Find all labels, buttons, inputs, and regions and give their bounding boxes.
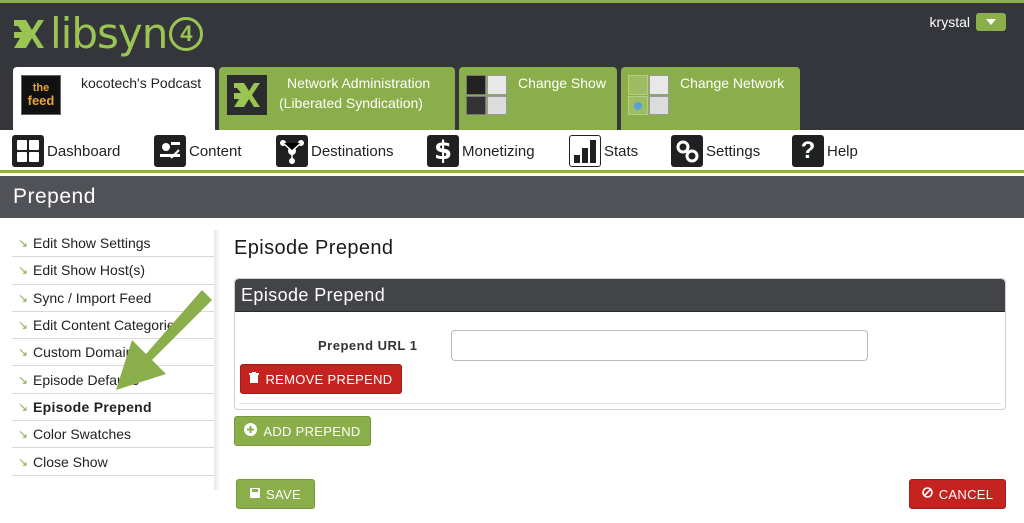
sidebar-item-close-show[interactable]: ↘ Close Show: [12, 448, 214, 476]
nav-label: Stats: [604, 142, 639, 160]
remove-prepend-button[interactable]: REMOVE PREPEND: [240, 364, 402, 394]
arrow-down-right-icon: ↘: [18, 236, 29, 251]
sidebar-item-label: Edit Show Settings: [33, 235, 151, 252]
tab-network-administration[interactable]: Network Administration (Liberated Syndic…: [219, 67, 455, 133]
prepend-panel: Episode Prepend Prepend URL 1 REMOVE PRE…: [234, 278, 1006, 410]
sidebar-item-label: Episode Defaults: [33, 371, 139, 388]
arrow-down-right-icon: ↘: [18, 345, 29, 360]
app-header: libsyn 4 krystal the feed kocotech's Pod…: [0, 0, 1024, 133]
show-artwork-thumbnail: the feed: [21, 75, 61, 115]
sidebar-item-label: Sync / Import Feed: [33, 289, 152, 306]
arrow-down-right-icon: ↘: [18, 372, 29, 387]
chevron-down-icon: [986, 19, 996, 25]
bar-chart-icon: [569, 135, 601, 167]
settings-sidebar: ↘ Edit Show Settings ↘ Edit Show Host(s) ↘…: [12, 230, 214, 476]
libsyn-logo-mark-icon: [12, 14, 46, 54]
nav-label: Monetizing: [462, 142, 535, 160]
libsyn-logo[interactable]: libsyn 4: [12, 9, 204, 58]
trash-icon: [249, 372, 260, 386]
floppy-disk-icon: [250, 487, 261, 501]
nav-content[interactable]: Content: [154, 135, 242, 167]
logo-badge: 4: [169, 17, 204, 51]
tab-label-line1: Network Administration: [287, 75, 431, 91]
button-label: REMOVE PREPEND: [265, 371, 393, 387]
page-title-bar: Prepend: [0, 176, 1024, 218]
destinations-icon: [276, 135, 308, 167]
dollar-icon: $: [427, 135, 459, 167]
nav-help[interactable]: ? Help: [792, 135, 858, 167]
sidebar-item-label: Edit Show Host(s): [33, 262, 146, 279]
arrow-down-right-icon: ↘: [18, 318, 29, 333]
prepend-url-label: Prepend URL 1: [318, 338, 418, 353]
arrow-down-right-icon: ↘: [18, 427, 29, 442]
content-icon: [154, 135, 186, 167]
section-heading: Episode Prepend: [234, 237, 394, 259]
page-title: Prepend: [13, 185, 96, 208]
sidebar-shadow: [214, 230, 220, 490]
arrow-down-right-icon: ↘: [18, 290, 29, 305]
panel-title: Episode Prepend: [241, 285, 386, 305]
main-nav: Dashboard Content Destinations $ Monetiz…: [0, 130, 1024, 173]
tab-label: Change Network: [680, 75, 785, 91]
dashboard-icon: [12, 135, 44, 167]
tab-label: kocotech's Podcast: [81, 75, 202, 91]
button-label: SAVE: [266, 486, 301, 502]
user-dropdown-button[interactable]: [976, 13, 1006, 31]
sidebar-item-color-swatches[interactable]: ↘ Color Swatches: [12, 421, 214, 449]
nav-label: Content: [189, 142, 242, 160]
nav-label: Help: [827, 142, 858, 160]
sidebar-item-episode-prepend[interactable]: ↘ Episode Prepend: [12, 393, 214, 422]
panel-header: Episode Prepend: [235, 279, 1005, 312]
panel-divider: [239, 403, 1001, 404]
sidebar-item-edit-content-categories[interactable]: ↘ Edit Content Categories: [12, 311, 214, 340]
arrow-down-right-icon: ↘: [18, 454, 29, 469]
tab-label-line2: (Liberated Syndication): [279, 95, 423, 111]
sidebar-item-edit-show-settings[interactable]: ↘ Edit Show Settings: [12, 230, 214, 258]
change-network-icon: [628, 75, 670, 115]
cancel-button[interactable]: CANCEL: [909, 479, 1006, 509]
gears-icon: [671, 135, 703, 167]
button-label: CANCEL: [938, 486, 994, 502]
nav-settings[interactable]: Settings: [671, 135, 760, 167]
network-logo-icon: [227, 75, 267, 115]
sidebar-item-label: Close Show: [33, 453, 108, 470]
sidebar-item-edit-show-hosts[interactable]: ↘ Edit Show Host(s): [12, 257, 214, 285]
sidebar-item-label: Color Swatches: [33, 426, 132, 443]
ban-icon: [921, 487, 933, 501]
nav-label: Settings: [706, 142, 761, 160]
plus-circle-icon: [244, 423, 258, 439]
user-menu[interactable]: krystal: [930, 13, 1006, 31]
nav-monetizing[interactable]: $ Monetizing: [427, 135, 535, 167]
sidebar-item-custom-domain[interactable]: ↘ Custom Domain: [12, 339, 214, 367]
nav-label: Destinations: [311, 142, 394, 160]
tab-change-network[interactable]: Change Network: [621, 67, 800, 133]
sidebar-item-label: Episode Prepend: [33, 398, 152, 415]
question-icon: ?: [792, 135, 824, 167]
user-name: krystal: [929, 14, 970, 30]
arrow-down-right-icon: ↘: [18, 263, 29, 278]
tab-current-show[interactable]: the feed kocotech's Podcast: [13, 67, 215, 133]
add-prepend-button[interactable]: ADD PREPEND: [234, 416, 371, 446]
nav-destinations[interactable]: Destinations: [276, 135, 394, 167]
sidebar-item-sync-import-feed[interactable]: ↘ Sync / Import Feed: [12, 284, 214, 312]
nav-label: Dashboard: [47, 142, 121, 160]
button-label: ADD PREPEND: [263, 423, 361, 439]
logo-text: libsyn: [50, 9, 168, 58]
save-button[interactable]: SAVE: [236, 479, 315, 509]
sidebar-item-label: Edit Content Categories: [33, 317, 182, 334]
sidebar-item-episode-defaults[interactable]: ↘ Episode Defaults: [12, 366, 214, 394]
sidebar-item-label: Custom Domain: [33, 344, 134, 361]
nav-stats[interactable]: Stats: [569, 135, 638, 167]
change-show-icon: [466, 75, 508, 115]
tab-change-show[interactable]: Change Show: [459, 67, 617, 133]
prepend-url-input[interactable]: [451, 330, 868, 361]
arrow-down-right-icon: ↘: [18, 399, 29, 414]
nav-dashboard[interactable]: Dashboard: [12, 135, 120, 167]
tab-label: Change Show: [518, 75, 606, 91]
